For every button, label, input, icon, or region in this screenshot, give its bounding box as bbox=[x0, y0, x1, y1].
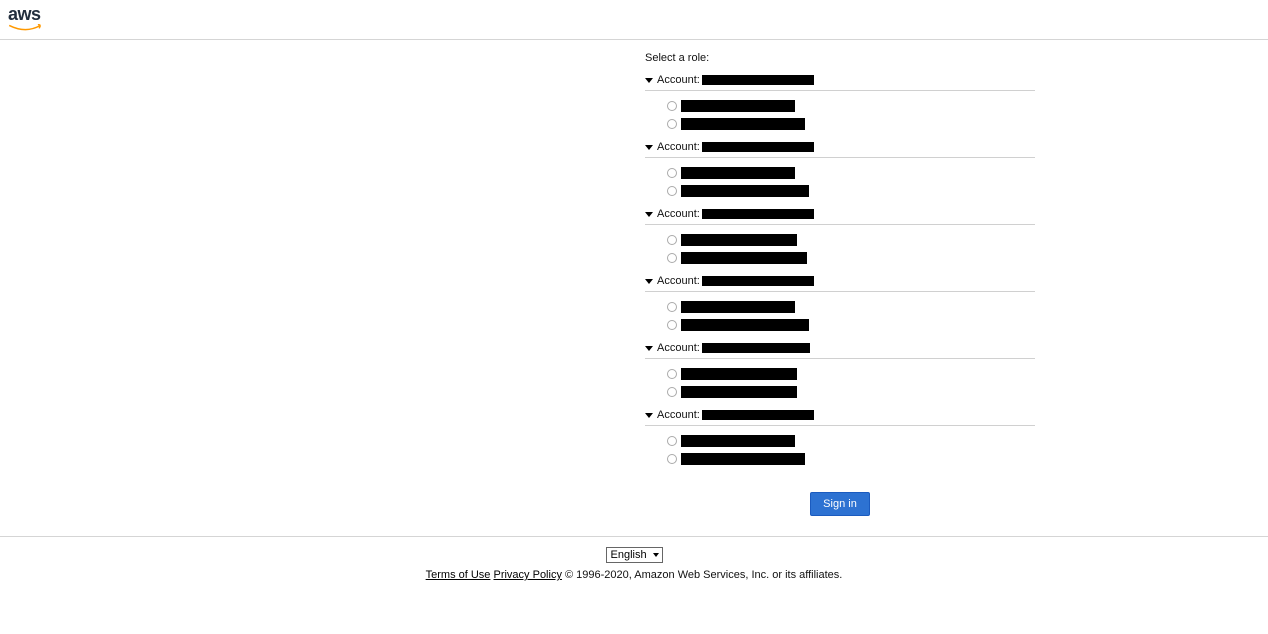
signin-row: Sign in bbox=[645, 492, 1035, 516]
account-name-redacted bbox=[702, 142, 814, 152]
content: Select a role: Account:Account:Account:A… bbox=[0, 40, 1268, 516]
account-name-redacted bbox=[702, 75, 814, 85]
role-name-redacted bbox=[681, 453, 805, 465]
account-name-redacted bbox=[702, 209, 814, 219]
role-list bbox=[645, 359, 1035, 407]
role-name-redacted bbox=[681, 100, 795, 112]
role-item[interactable] bbox=[667, 231, 1035, 249]
role-name-redacted bbox=[681, 435, 795, 447]
role-item[interactable] bbox=[667, 164, 1035, 182]
account-header[interactable]: Account: bbox=[645, 72, 1035, 91]
role-item[interactable] bbox=[667, 450, 1035, 468]
account-label: Account: bbox=[657, 275, 700, 287]
account-header[interactable]: Account: bbox=[645, 340, 1035, 359]
role-item[interactable] bbox=[667, 249, 1035, 267]
role-name-redacted bbox=[681, 252, 807, 264]
footer-links: Terms of Use Privacy Policy © 1996-2020,… bbox=[0, 569, 1268, 581]
caret-down-icon bbox=[645, 212, 653, 217]
account-header[interactable]: Account: bbox=[645, 407, 1035, 426]
select-role-prompt: Select a role: bbox=[645, 52, 1035, 64]
role-list bbox=[645, 292, 1035, 340]
role-item[interactable] bbox=[667, 365, 1035, 383]
role-item[interactable] bbox=[667, 383, 1035, 401]
account-label: Account: bbox=[657, 141, 700, 153]
role-name-redacted bbox=[681, 167, 795, 179]
account-name-redacted bbox=[702, 343, 810, 353]
role-radio[interactable] bbox=[667, 186, 677, 196]
role-name-redacted bbox=[681, 386, 797, 398]
copyright-text: © 1996-2020, Amazon Web Services, Inc. o… bbox=[565, 569, 842, 581]
caret-down-icon bbox=[645, 78, 653, 83]
footer: English Terms of Use Privacy Policy © 19… bbox=[0, 537, 1268, 581]
role-radio[interactable] bbox=[667, 253, 677, 263]
role-list bbox=[645, 158, 1035, 206]
terms-link[interactable]: Terms of Use bbox=[426, 569, 491, 581]
role-item[interactable] bbox=[667, 432, 1035, 450]
role-name-redacted bbox=[681, 319, 809, 331]
account-header[interactable]: Account: bbox=[645, 273, 1035, 292]
aws-logo: aws bbox=[8, 4, 44, 37]
caret-down-icon bbox=[645, 279, 653, 284]
role-radio[interactable] bbox=[667, 436, 677, 446]
aws-smile-icon bbox=[8, 24, 44, 34]
role-radio[interactable] bbox=[667, 119, 677, 129]
role-item[interactable] bbox=[667, 115, 1035, 133]
language-select-wrap[interactable]: English bbox=[606, 547, 663, 563]
caret-down-icon bbox=[645, 145, 653, 150]
role-name-redacted bbox=[681, 185, 809, 197]
caret-down-icon bbox=[645, 346, 653, 351]
privacy-link[interactable]: Privacy Policy bbox=[493, 569, 561, 581]
account-name-redacted bbox=[702, 410, 814, 420]
role-radio[interactable] bbox=[667, 454, 677, 464]
role-radio[interactable] bbox=[667, 320, 677, 330]
role-panel: Select a role: Account:Account:Account:A… bbox=[645, 40, 1035, 516]
signin-button[interactable]: Sign in bbox=[810, 492, 870, 516]
account-name-redacted bbox=[702, 276, 814, 286]
role-name-redacted bbox=[681, 301, 795, 313]
account-header[interactable]: Account: bbox=[645, 206, 1035, 225]
role-list bbox=[645, 225, 1035, 273]
role-radio[interactable] bbox=[667, 101, 677, 111]
role-name-redacted bbox=[681, 234, 797, 246]
account-label: Account: bbox=[657, 409, 700, 421]
role-radio[interactable] bbox=[667, 387, 677, 397]
role-item[interactable] bbox=[667, 316, 1035, 334]
role-radio[interactable] bbox=[667, 168, 677, 178]
role-radio[interactable] bbox=[667, 235, 677, 245]
account-header[interactable]: Account: bbox=[645, 139, 1035, 158]
aws-wordmark: aws bbox=[8, 4, 44, 25]
role-item[interactable] bbox=[667, 298, 1035, 316]
account-label: Account: bbox=[657, 342, 700, 354]
role-radio[interactable] bbox=[667, 369, 677, 379]
accounts-list: Account: Account: Account: Account: Account:… bbox=[645, 72, 1035, 474]
caret-down-icon bbox=[645, 413, 653, 418]
role-item[interactable] bbox=[667, 97, 1035, 115]
account-label: Account: bbox=[657, 208, 700, 220]
role-name-redacted bbox=[681, 118, 805, 130]
role-list bbox=[645, 91, 1035, 139]
role-name-redacted bbox=[681, 368, 797, 380]
role-list bbox=[645, 426, 1035, 474]
role-item[interactable] bbox=[667, 182, 1035, 200]
role-radio[interactable] bbox=[667, 302, 677, 312]
header: aws bbox=[0, 0, 1268, 40]
language-select[interactable]: English bbox=[606, 547, 663, 563]
account-label: Account: bbox=[657, 74, 700, 86]
